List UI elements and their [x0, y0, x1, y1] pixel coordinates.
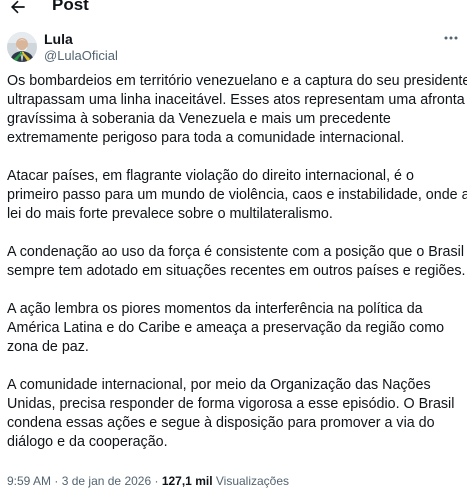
- post-line: primeiro passo para um mundo de violênci…: [7, 187, 467, 203]
- meta-separator: ·: [154, 474, 159, 488]
- post-line: A comunidade internacional, por meio da …: [7, 377, 431, 393]
- post-header: Post: [0, 0, 467, 20]
- post-line: diálogo e da cooperação.: [7, 434, 168, 450]
- post-line: Os bombardeios em território venezuelano…: [7, 73, 467, 89]
- post-line: A condenação ao uso da força é consisten…: [7, 244, 464, 260]
- post-meta: 9:59 AM · 3 de jan de 2026 · 127,1 mil V…: [7, 473, 289, 489]
- post-line: América Latina e do Caribe e ameaça a pr…: [7, 320, 445, 336]
- meta-separator: ·: [54, 474, 59, 488]
- post-paragraph: Atacar países, em flagrante violação do …: [7, 167, 467, 224]
- post-date[interactable]: 3 de jan de 2026: [62, 474, 151, 488]
- post-line: Atacar países, em flagrante violação do …: [7, 168, 414, 184]
- post-line: extremamente perigoso para toda a comuni…: [7, 130, 405, 146]
- post-line: A ação lembra os piores momentos da inte…: [7, 301, 423, 317]
- back-arrow-icon[interactable]: [8, 0, 28, 17]
- post-paragraph: A ação lembra os piores momentos da inte…: [7, 300, 467, 357]
- page-title: Post: [52, 0, 89, 14]
- post-line: ultrapassam uma linha inaceitável. Esses…: [7, 92, 465, 108]
- post-paragraph: A condenação ao uso da força é consisten…: [7, 243, 467, 281]
- post-line: zona de paz.: [7, 339, 89, 355]
- author-display-name[interactable]: Lula: [44, 31, 73, 47]
- author-handle[interactable]: @LulaOficial: [44, 48, 118, 64]
- avatar[interactable]: [7, 32, 37, 62]
- post-line: condena essas ações e segue à disposição…: [7, 415, 435, 431]
- views-count: 127,1 mil: [161, 474, 213, 488]
- post-paragraph: A comunidade internacional, por meio da …: [7, 376, 467, 452]
- more-horizontal-icon[interactable]: [441, 31, 461, 45]
- author-row: Lula @LulaOficial: [0, 28, 467, 68]
- post-line: sempre tem adotado em situações recentes…: [7, 263, 466, 279]
- post-line: Unidas, precisa responder de forma vigor…: [7, 396, 455, 412]
- views-label: Visualizações: [215, 474, 290, 488]
- post-line: lei do mais forte prevalece sobre o mult…: [7, 206, 333, 222]
- post-paragraph: Os bombardeios em território venezuelano…: [7, 72, 467, 148]
- post-line: gravíssima à soberania da Venezuela e ma…: [7, 111, 391, 127]
- post-time[interactable]: 9:59 AM: [7, 474, 51, 488]
- post-text: Os bombardeios em território venezuelano…: [7, 72, 467, 471]
